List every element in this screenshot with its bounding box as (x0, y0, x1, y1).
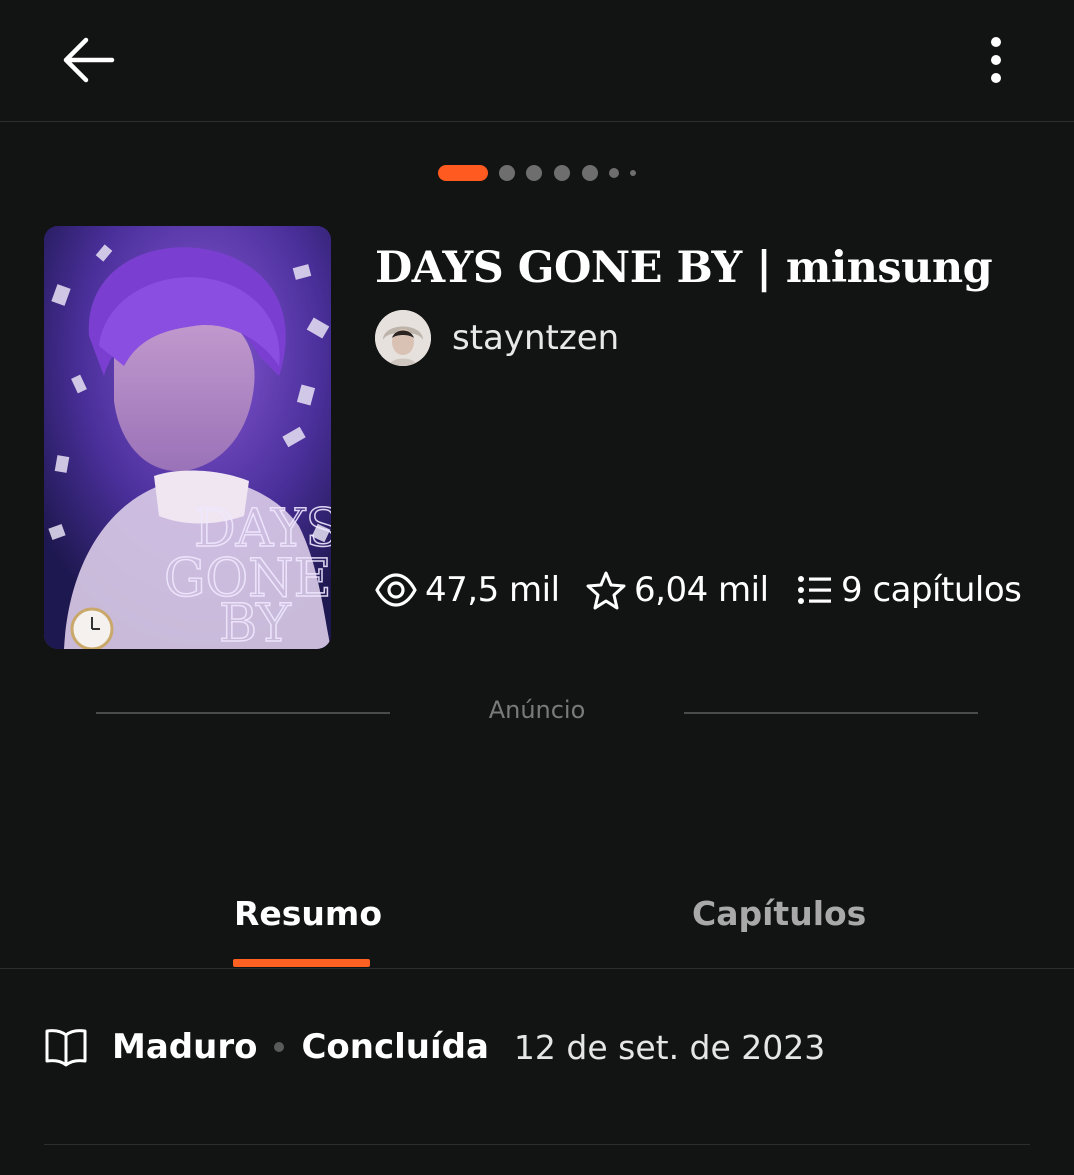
carousel-dot (554, 165, 570, 181)
more-options-button[interactable] (975, 30, 1017, 92)
author-avatar (375, 310, 431, 366)
carousel-dot (630, 170, 636, 176)
story-details: Maduro Concluída 12 de set. de 2023 (44, 1022, 825, 1072)
tab-chapters[interactable]: Capítulos (692, 894, 866, 933)
carousel-dot (609, 168, 619, 178)
svg-text:BY: BY (219, 594, 291, 649)
publish-date: 12 de set. de 2023 (513, 1027, 826, 1067)
ad-divider: Anúncio (0, 696, 1074, 732)
chapters-count: 9 capítulos (841, 570, 1022, 610)
tab-summary[interactable]: Resumo (234, 894, 382, 933)
top-app-bar (0, 0, 1074, 122)
ad-label: Anúncio (488, 696, 586, 724)
chapters-stat: 9 capítulos (797, 566, 1022, 614)
active-tab-indicator (233, 959, 370, 967)
section-divider (44, 1144, 1030, 1145)
story-cover-image[interactable]: DAYS GONE BY (44, 226, 331, 649)
rating-label: Maduro (112, 1027, 258, 1067)
list-icon (798, 576, 831, 604)
author-link[interactable]: stayntzen (375, 310, 619, 366)
eye-icon (375, 573, 417, 607)
carousel-dot (582, 165, 598, 181)
arrow-left-icon (63, 37, 115, 83)
carousel-dot (499, 165, 515, 181)
carousel-dot (526, 165, 542, 181)
separator-dot (274, 1042, 285, 1052)
votes-stat: 6,04 mil (586, 566, 769, 614)
author-name: stayntzen (452, 318, 620, 358)
tab-bar: Resumo Capítulos (0, 880, 1074, 969)
back-button[interactable] (58, 30, 120, 92)
votes-count: 6,04 mil (634, 570, 769, 610)
story-stats: 47,5 mil 6,04 mil 9 capítulos (375, 566, 1065, 614)
views-count: 47,5 mil (425, 570, 560, 610)
views-stat: 47,5 mil (375, 566, 560, 614)
open-book-icon (45, 1029, 87, 1067)
more-vertical-icon (991, 37, 1001, 83)
story-title: DAYS GONE BY | minsung (375, 243, 993, 293)
star-icon (586, 571, 626, 610)
divider-line (684, 712, 978, 714)
carousel-dot-active (438, 165, 488, 181)
carousel-indicator (0, 164, 1074, 182)
status-label: Concluída (301, 1027, 489, 1067)
